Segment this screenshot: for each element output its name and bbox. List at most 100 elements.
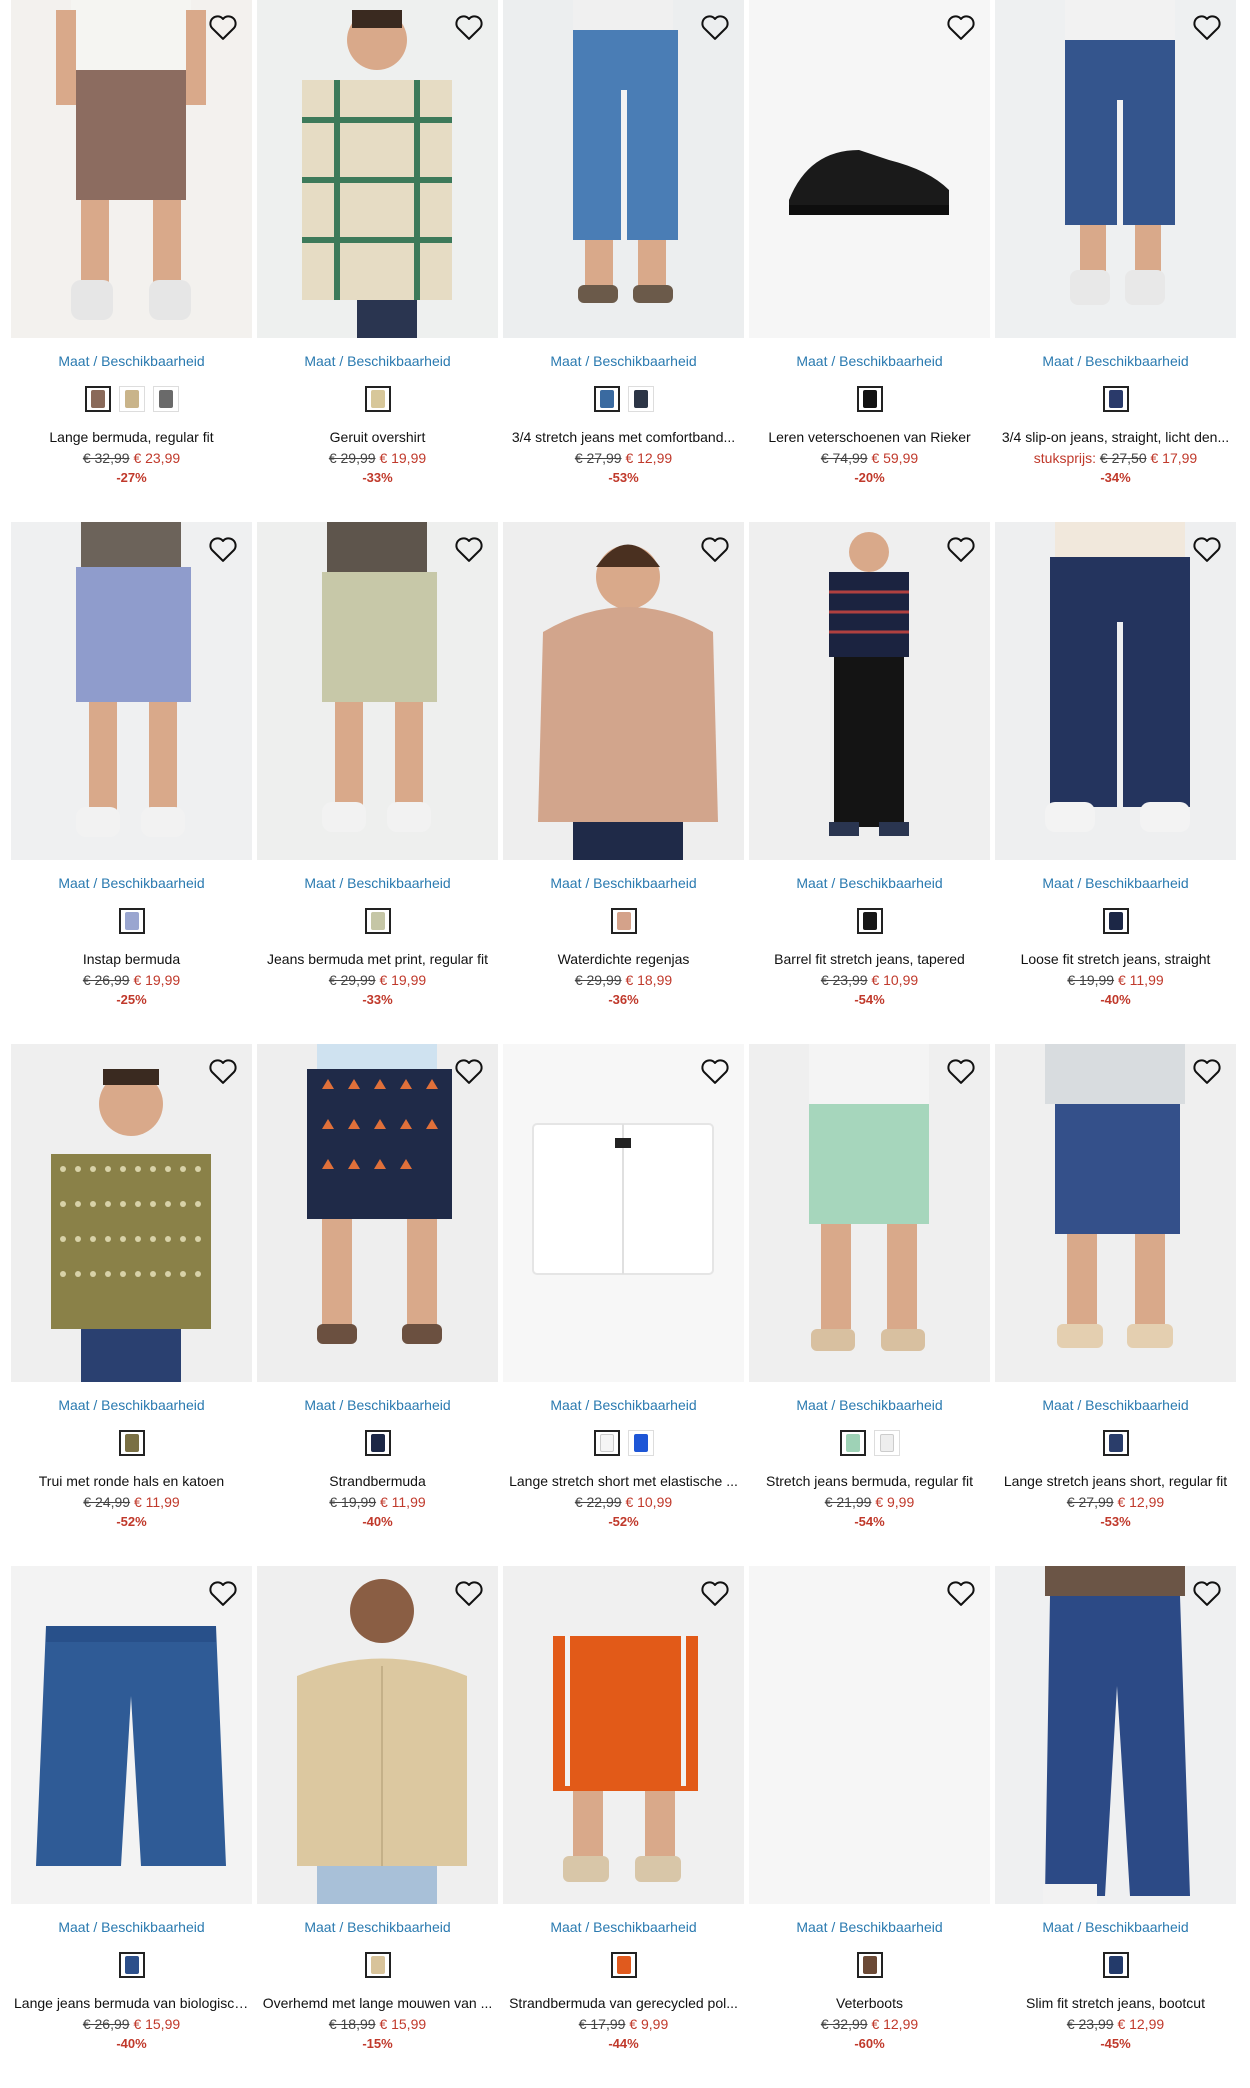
- color-swatch[interactable]: [627, 1430, 654, 1456]
- wishlist-heart-icon[interactable]: [1190, 1054, 1224, 1088]
- product-name[interactable]: Waterdichte regenjas: [503, 950, 744, 968]
- wishlist-heart-icon[interactable]: [206, 532, 240, 566]
- product-card[interactable]: Maat / Beschikbaarheid Geruit overshirt € …: [257, 0, 498, 522]
- size-availability-link[interactable]: Maat / Beschikbaarheid: [503, 874, 744, 892]
- product-image[interactable]: [11, 1566, 252, 1904]
- product-card[interactable]: Maat / Beschikbaarheid 3/4 stretch jeans …: [503, 0, 744, 522]
- product-name[interactable]: Lange stretch short met elastische ...: [503, 1472, 744, 1490]
- color-swatch[interactable]: [84, 386, 111, 412]
- color-swatch[interactable]: [856, 908, 883, 934]
- product-image[interactable]: [257, 0, 498, 338]
- product-name[interactable]: Geruit overshirt: [257, 428, 498, 446]
- product-card[interactable]: Maat / Beschikbaarheid Veterboots € 32,99 …: [749, 1566, 990, 2088]
- color-swatch[interactable]: [856, 386, 883, 412]
- product-card[interactable]: Maat / Beschikbaarheid Slim fit stretch j…: [995, 1566, 1236, 2088]
- color-swatch[interactable]: [364, 386, 391, 412]
- wishlist-heart-icon[interactable]: [698, 1054, 732, 1088]
- product-card[interactable]: Maat / Beschikbaarheid Strandbermuda € 19,…: [257, 1044, 498, 1566]
- wishlist-heart-icon[interactable]: [944, 10, 978, 44]
- wishlist-heart-icon[interactable]: [944, 1054, 978, 1088]
- product-name[interactable]: 3/4 stretch jeans met comfortband...: [503, 428, 744, 446]
- product-name[interactable]: 3/4 slip-on jeans, straight, licht den..…: [995, 428, 1236, 446]
- color-swatch[interactable]: [118, 908, 145, 934]
- color-swatch[interactable]: [627, 386, 654, 412]
- product-image[interactable]: [749, 0, 990, 338]
- wishlist-heart-icon[interactable]: [1190, 10, 1224, 44]
- size-availability-link[interactable]: Maat / Beschikbaarheid: [11, 874, 252, 892]
- color-swatch[interactable]: [118, 1430, 145, 1456]
- size-availability-link[interactable]: Maat / Beschikbaarheid: [257, 352, 498, 370]
- color-swatch[interactable]: [593, 386, 620, 412]
- size-availability-link[interactable]: Maat / Beschikbaarheid: [11, 1918, 252, 1936]
- product-image[interactable]: [257, 1044, 498, 1382]
- product-image[interactable]: [995, 1044, 1236, 1382]
- product-image[interactable]: [995, 0, 1236, 338]
- size-availability-link[interactable]: Maat / Beschikbaarheid: [257, 874, 498, 892]
- wishlist-heart-icon[interactable]: [452, 532, 486, 566]
- product-name[interactable]: Lange jeans bermuda van biologisch...: [11, 1994, 252, 2012]
- product-name[interactable]: Stretch jeans bermuda, regular fit: [749, 1472, 990, 1490]
- product-image[interactable]: [503, 1566, 744, 1904]
- color-swatch[interactable]: [118, 1952, 145, 1978]
- size-availability-link[interactable]: Maat / Beschikbaarheid: [503, 352, 744, 370]
- color-swatch[interactable]: [364, 1952, 391, 1978]
- product-card[interactable]: Maat / Beschikbaarheid Barrel fit stretch…: [749, 522, 990, 1044]
- product-card[interactable]: Maat / Beschikbaarheid Jeans bermuda met …: [257, 522, 498, 1044]
- product-name[interactable]: Veterboots: [749, 1994, 990, 2012]
- color-swatch[interactable]: [364, 908, 391, 934]
- product-name[interactable]: Loose fit stretch jeans, straight: [995, 950, 1236, 968]
- product-image[interactable]: [995, 522, 1236, 860]
- product-image[interactable]: [749, 522, 990, 860]
- color-swatch[interactable]: [856, 1952, 883, 1978]
- product-name[interactable]: Lange stretch jeans short, regular fit: [995, 1472, 1236, 1490]
- color-swatch[interactable]: [152, 386, 179, 412]
- size-availability-link[interactable]: Maat / Beschikbaarheid: [995, 874, 1236, 892]
- product-card[interactable]: Maat / Beschikbaarheid Lange stretch shor…: [503, 1044, 744, 1566]
- product-name[interactable]: Strandbermuda: [257, 1472, 498, 1490]
- product-name[interactable]: Strandbermuda van gerecycled pol...: [503, 1994, 744, 2012]
- size-availability-link[interactable]: Maat / Beschikbaarheid: [257, 1396, 498, 1414]
- product-card[interactable]: Maat / Beschikbaarheid 3/4 slip-on jeans,…: [995, 0, 1236, 522]
- color-swatch[interactable]: [610, 1952, 637, 1978]
- product-card[interactable]: Maat / Beschikbaarheid Waterdichte regenj…: [503, 522, 744, 1044]
- product-card[interactable]: Maat / Beschikbaarheid Lange stretch jean…: [995, 1044, 1236, 1566]
- product-name[interactable]: Slim fit stretch jeans, bootcut: [995, 1994, 1236, 2012]
- product-name[interactable]: Trui met ronde hals en katoen: [11, 1472, 252, 1490]
- color-swatch[interactable]: [364, 1430, 391, 1456]
- product-name[interactable]: Overhemd met lange mouwen van ...: [257, 1994, 498, 2012]
- size-availability-link[interactable]: Maat / Beschikbaarheid: [257, 1918, 498, 1936]
- product-name[interactable]: Leren veterschoenen van Rieker: [749, 428, 990, 446]
- wishlist-heart-icon[interactable]: [698, 1576, 732, 1610]
- wishlist-heart-icon[interactable]: [944, 532, 978, 566]
- product-image[interactable]: [257, 522, 498, 860]
- product-image[interactable]: [11, 0, 252, 338]
- wishlist-heart-icon[interactable]: [698, 10, 732, 44]
- wishlist-heart-icon[interactable]: [1190, 532, 1224, 566]
- color-swatch[interactable]: [1102, 386, 1129, 412]
- product-image[interactable]: [503, 522, 744, 860]
- wishlist-heart-icon[interactable]: [452, 1054, 486, 1088]
- size-availability-link[interactable]: Maat / Beschikbaarheid: [503, 1396, 744, 1414]
- product-image[interactable]: [11, 522, 252, 860]
- product-card[interactable]: Maat / Beschikbaarheid Leren veterschoene…: [749, 0, 990, 522]
- size-availability-link[interactable]: Maat / Beschikbaarheid: [503, 1918, 744, 1936]
- product-image[interactable]: [257, 1566, 498, 1904]
- color-swatch[interactable]: [873, 1430, 900, 1456]
- wishlist-heart-icon[interactable]: [1190, 1576, 1224, 1610]
- wishlist-heart-icon[interactable]: [452, 10, 486, 44]
- product-name[interactable]: Instap bermuda: [11, 950, 252, 968]
- size-availability-link[interactable]: Maat / Beschikbaarheid: [995, 352, 1236, 370]
- product-image[interactable]: [503, 1044, 744, 1382]
- product-card[interactable]: Maat / Beschikbaarheid Lange bermuda, reg…: [11, 0, 252, 522]
- size-availability-link[interactable]: Maat / Beschikbaarheid: [749, 352, 990, 370]
- size-availability-link[interactable]: Maat / Beschikbaarheid: [11, 1396, 252, 1414]
- color-swatch[interactable]: [1102, 1430, 1129, 1456]
- size-availability-link[interactable]: Maat / Beschikbaarheid: [749, 874, 990, 892]
- product-card[interactable]: Maat / Beschikbaarheid Strandbermuda van …: [503, 1566, 744, 2088]
- product-image[interactable]: [749, 1044, 990, 1382]
- size-availability-link[interactable]: Maat / Beschikbaarheid: [995, 1918, 1236, 1936]
- color-swatch[interactable]: [610, 908, 637, 934]
- size-availability-link[interactable]: Maat / Beschikbaarheid: [749, 1396, 990, 1414]
- product-name[interactable]: Lange bermuda, regular fit: [11, 428, 252, 446]
- color-swatch[interactable]: [1102, 1952, 1129, 1978]
